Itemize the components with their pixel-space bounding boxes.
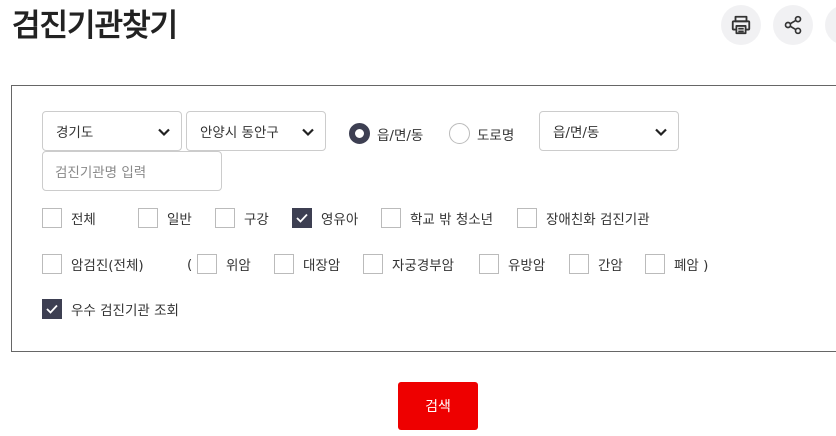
check-icon: [46, 304, 58, 314]
checkbox-stomach-cancer[interactable]: 위암: [197, 254, 251, 274]
checkbox-label: 자궁경부암: [392, 258, 455, 274]
town-value: 읍/면/동: [553, 125, 600, 141]
checkbox-breast-cancer[interactable]: 유방암: [479, 254, 545, 274]
radio-label: 읍/면/동: [377, 127, 424, 144]
chevron-down-icon: [158, 128, 170, 137]
town-select[interactable]: 읍/면/동: [539, 111, 679, 151]
checkbox-oral[interactable]: 구강: [215, 208, 269, 228]
checkbox-label: 간암: [598, 258, 623, 274]
radio-label: 도로명: [477, 127, 515, 144]
chevron-down-icon: [302, 128, 314, 137]
checkbox-liver-cancer[interactable]: 간암: [569, 254, 623, 274]
radio-road[interactable]: 도로명: [449, 123, 514, 144]
checkbox-box: [363, 254, 383, 274]
checkbox-disability-friendly[interactable]: 장애친화 검진기관: [517, 208, 650, 228]
checkbox-box: [215, 208, 235, 228]
share-button[interactable]: [773, 5, 813, 45]
checkbox-box: [138, 208, 158, 228]
institution-name-input[interactable]: 검진기관명 입력: [42, 151, 222, 191]
chevron-down-icon: [655, 128, 667, 137]
checkbox-general[interactable]: 일반: [138, 208, 192, 228]
checkbox-label: 대장암: [303, 258, 341, 274]
checkbox-lung-cancer[interactable]: 폐암 ): [645, 254, 708, 274]
checkbox-infant[interactable]: 영유아: [292, 208, 358, 228]
checkbox-label: 위암: [226, 258, 251, 274]
checkbox-label: 우수 검진기관 조회: [71, 303, 179, 319]
more-button[interactable]: [825, 5, 836, 45]
checkbox-box: [381, 208, 401, 228]
checkbox-box: [42, 208, 62, 228]
checkbox-box: [569, 254, 589, 274]
check-icon: [296, 213, 308, 223]
search-panel: 경기도 안양시 동안구 읍/면/동 도로명 읍/면/동 검진기관명 입력 전체 …: [11, 85, 836, 352]
province-value: 경기도: [56, 125, 94, 141]
checkbox-label: 학교 밖 청소년: [410, 212, 494, 228]
province-select[interactable]: 경기도: [42, 111, 182, 151]
radio-selected-indicator: [349, 123, 370, 144]
checkbox-box: [479, 254, 499, 274]
checkbox-box: [517, 208, 537, 228]
checkbox-box: [42, 254, 62, 274]
radio-town[interactable]: 읍/면/동: [349, 123, 423, 144]
checkbox-cancer-all[interactable]: 암검진(전체): [42, 254, 144, 274]
checkbox-excellent-institution[interactable]: 우수 검진기관 조회: [42, 299, 179, 319]
open-paren: (: [187, 257, 193, 273]
checkbox-box: [42, 299, 62, 319]
radio-indicator: [449, 123, 470, 144]
checkbox-label: 폐암 ): [674, 258, 709, 274]
checkbox-box: [274, 254, 294, 274]
checkbox-box: [197, 254, 217, 274]
checkbox-label: 구강: [244, 212, 269, 228]
checkbox-colorectal-cancer[interactable]: 대장암: [274, 254, 340, 274]
checkbox-label: 영유아: [321, 212, 359, 228]
checkbox-out-of-school-youth[interactable]: 학교 밖 청소년: [381, 208, 493, 228]
checkbox-cervical-cancer[interactable]: 자궁경부암: [363, 254, 454, 274]
share-icon: [784, 15, 802, 35]
checkbox-label: 일반: [167, 212, 192, 228]
page-title: 검진기관찾기: [12, 8, 178, 44]
checkbox-box: [292, 208, 312, 228]
checkbox-box: [645, 254, 665, 274]
district-value: 안양시 동안구: [200, 125, 279, 141]
checkbox-all[interactable]: 전체: [42, 208, 96, 228]
printer-icon: [731, 15, 751, 35]
search-button[interactable]: 검색: [398, 382, 478, 430]
checkbox-label: 유방암: [508, 258, 546, 274]
district-select[interactable]: 안양시 동안구: [186, 111, 326, 151]
print-button[interactable]: [721, 5, 761, 45]
checkbox-label: 장애친화 검진기관: [546, 212, 650, 228]
checkbox-label: 전체: [71, 212, 96, 228]
checkbox-label: 암검진(전체): [71, 258, 144, 274]
